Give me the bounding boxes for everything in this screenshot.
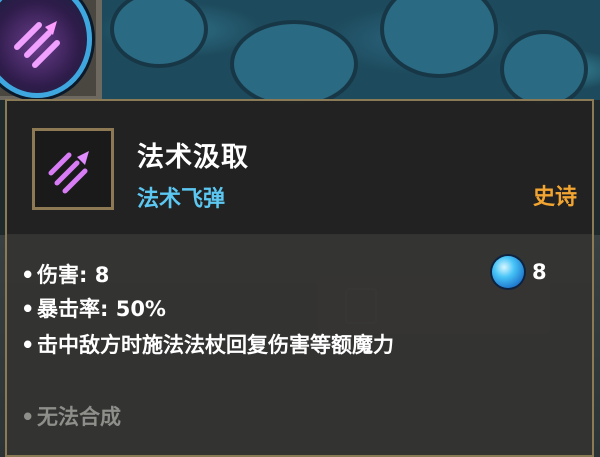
arcane-missile-icon xyxy=(14,21,60,68)
stat-craftable: • 无法合成 xyxy=(21,405,121,429)
stat-effect: • 击中敌方时施法法杖回复伤害等额魔力 xyxy=(21,333,394,357)
weapon-type: 法术飞弹 xyxy=(137,187,226,212)
stat-effect-text: 击中敌方时施法法杖回复伤害等额魔力 xyxy=(37,333,394,357)
weapon-icon-frame xyxy=(32,128,114,210)
weapon-rarity: 史诗 xyxy=(532,185,577,210)
energy-orb-icon xyxy=(492,256,524,288)
weapon-slot-orb xyxy=(0,0,92,98)
stat-craftable-text: 无法合成 xyxy=(37,405,121,429)
weapon-slot[interactable] xyxy=(0,0,102,100)
energy-cost: 8 xyxy=(492,254,547,290)
stat-crit-text: 暴击率: 50% xyxy=(37,297,166,321)
energy-cost-value: 8 xyxy=(532,260,547,284)
weapon-name: 法术汲取 xyxy=(137,142,249,173)
stat-damage-text: 伤害: 8 xyxy=(37,263,110,287)
weapon-tooltip: 法术汲取 法术飞弹 史诗 • 伤害: 8 8 • 暴击率: 50% • 击中敌方时施法… xyxy=(5,99,594,457)
arcane-missile-icon xyxy=(43,139,103,199)
stat-crit: • 暴击率: 50% xyxy=(21,297,166,321)
stat-damage: • 伤害: 8 xyxy=(21,263,110,287)
